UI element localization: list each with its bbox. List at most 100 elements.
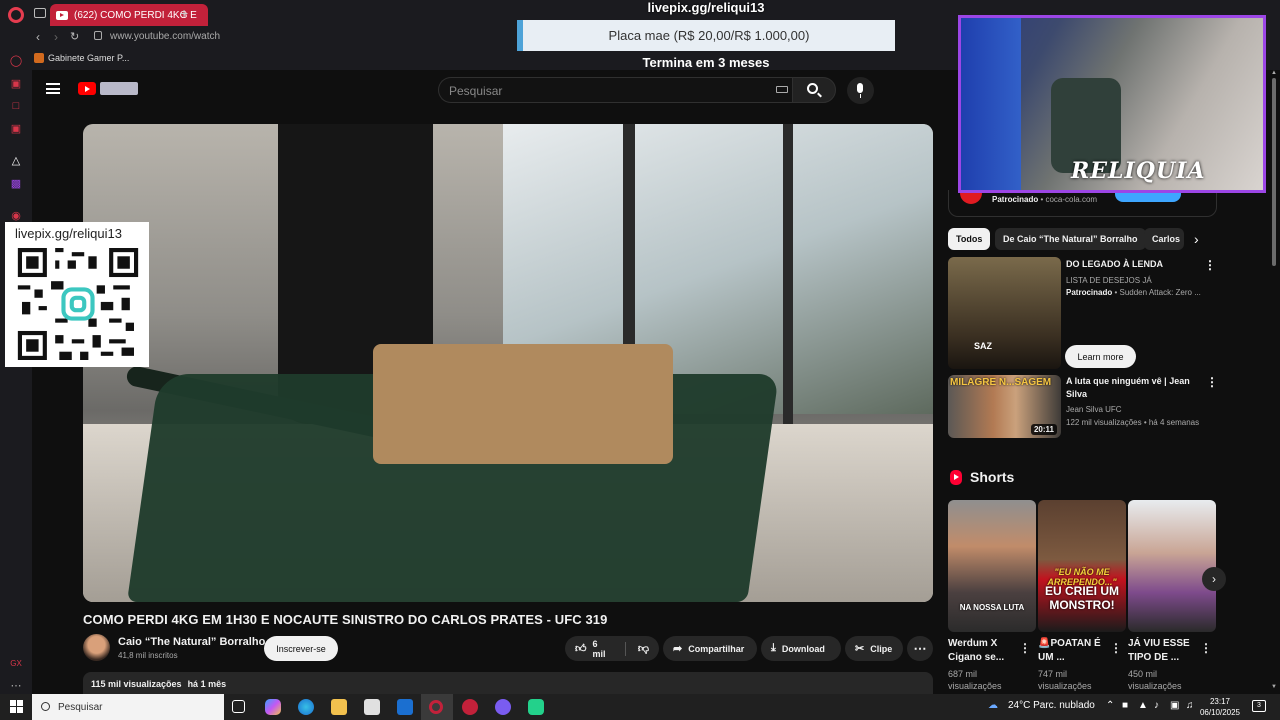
windows-start-icon[interactable] — [10, 700, 23, 713]
opera-gx-icon[interactable] — [429, 700, 443, 714]
copilot-icon[interactable] — [265, 699, 281, 715]
rec-menu-icon[interactable]: ⋮ — [1206, 375, 1218, 389]
short-menu-icon[interactable]: ⋮ — [1110, 641, 1122, 655]
short-thumbnail[interactable] — [1128, 500, 1216, 632]
scroll-up-icon[interactable]: ▲ — [1271, 70, 1277, 76]
tray-overflow-icon[interactable]: ⌃ — [1106, 700, 1114, 711]
channel-name[interactable]: Caio “The Natural” Borralho — [118, 636, 265, 648]
short-title[interactable]: JÁ VIU ESSE TIPO DE ... — [1128, 637, 1190, 665]
rec-thumbnail-ad[interactable]: SAZ — [948, 257, 1061, 369]
tray-speaker-icon[interactable]: ♫ — [1186, 700, 1194, 711]
rec-menu-icon[interactable]: ⋮ — [1204, 258, 1216, 272]
short-title-line: 🚨POATAN É — [1038, 638, 1101, 649]
new-tab-icon[interactable]: + — [180, 5, 188, 21]
rec-title[interactable]: A luta que ninguém vê | Jean Silva — [1066, 375, 1190, 401]
overlay-donation-url: livepix.gg/reliqui13 — [647, 0, 765, 15]
more-icon[interactable]: ⋯ — [8, 677, 24, 693]
bookmark-item[interactable]: Gabinete Gamer P... — [34, 53, 129, 63]
shorts-next-icon[interactable]: › — [1202, 567, 1226, 591]
opera-icon[interactable] — [462, 699, 478, 715]
taskbar-search-input[interactable]: Pesquisar — [32, 694, 224, 720]
short-caption: EU CRIEI UM MONSTRO! — [1044, 584, 1119, 612]
tray-volume-icon[interactable]: ♪ — [1154, 700, 1159, 711]
short-menu-icon[interactable]: ⋮ — [1019, 641, 1031, 655]
scroll-down-icon[interactable]: ▼ — [1271, 684, 1277, 690]
rec-advertiser: Sudden Attack: Zero ... — [1119, 288, 1201, 297]
qr-code-icon — [17, 248, 139, 360]
subscribe-button[interactable]: Inscrever-se — [264, 636, 338, 661]
task-view-icon[interactable] — [232, 700, 245, 713]
short-thumbnail[interactable]: NA NOSSA LUTA — [948, 500, 1036, 632]
short-views-line: 450 mil — [1128, 669, 1158, 679]
bag-icon[interactable]: ▣ — [8, 75, 24, 91]
ai-icon[interactable]: △ — [8, 152, 24, 168]
discord-icon[interactable] — [495, 699, 511, 715]
short-thumbnail[interactable]: "EU NÃO ME ARREPENDO..." EU CRIEI UM MON… — [1038, 500, 1126, 632]
view-count: 115 mil visualizações — [91, 679, 182, 689]
notifications-icon[interactable]: 3 — [1252, 700, 1266, 712]
tray-display-icon[interactable]: ▣ — [1170, 700, 1179, 711]
file-explorer-icon[interactable] — [331, 699, 347, 715]
short-menu-icon[interactable]: ⋮ — [1200, 641, 1212, 655]
keyboard-icon[interactable] — [776, 86, 788, 93]
like-count[interactable]: 6 mil — [593, 639, 613, 659]
video-player[interactable] — [83, 124, 933, 602]
voice-search-button[interactable] — [847, 77, 874, 104]
video-window-frame — [783, 124, 793, 424]
edge-icon[interactable] — [298, 699, 314, 715]
tab-manager-icon[interactable] — [34, 8, 46, 18]
youtube-logo-icon[interactable] — [78, 82, 96, 95]
youtube-wordmark[interactable] — [100, 82, 138, 95]
chips-next-icon[interactable]: › — [1194, 231, 1199, 247]
short-title[interactable]: 🚨POATAN É UM ... — [1038, 637, 1101, 665]
ad-sponsored-label: Patrocinado — [992, 195, 1039, 204]
opera-logo-icon[interactable] — [8, 7, 24, 23]
reload-icon[interactable]: ↻ — [70, 30, 79, 43]
weather-text[interactable]: 24°C Parc. nublado — [1008, 700, 1095, 711]
clip-button[interactable]: ✂ Clipe — [845, 636, 903, 661]
short-title-line: TIPO DE ... — [1128, 652, 1180, 663]
tray-network-icon[interactable]: ▲ — [1138, 700, 1148, 711]
gx-icon[interactable]: GX — [8, 655, 24, 671]
tray-app-icon[interactable]: ■ — [1122, 700, 1128, 711]
more-actions-button[interactable]: ⋯ — [907, 636, 933, 661]
short-title-line: JÁ VIU ESSE — [1128, 638, 1190, 649]
player-icon[interactable]: ◉ — [8, 207, 24, 223]
share-button[interactable]: ➦ Compartilhar — [663, 636, 757, 661]
messenger-icon[interactable]: □ — [8, 98, 24, 114]
twitch-icon[interactable]: ▩ — [8, 175, 24, 191]
clip-label: Clipe — [870, 643, 893, 654]
rec-title-line: Silva — [1066, 389, 1088, 399]
chip-carlos[interactable]: Carlos — [1144, 228, 1184, 250]
instagram-icon[interactable]: ▣ — [8, 120, 24, 136]
download-label: Download — [781, 643, 825, 654]
chat-app-icon[interactable] — [528, 699, 544, 715]
dislike-icon[interactable]: 👎︎ — [638, 642, 649, 655]
weather-icon[interactable]: ☁ — [988, 700, 998, 711]
forward-icon[interactable]: › — [54, 30, 58, 44]
search-button[interactable] — [792, 77, 836, 103]
short-views: 450 mil visualizações — [1128, 668, 1182, 692]
taskbar-clock[interactable]: 23:17 06/10/2025 — [1198, 696, 1242, 718]
scrollbar-thumb[interactable] — [1272, 78, 1276, 266]
rec-channel[interactable]: Jean Silva UFC — [1066, 404, 1122, 415]
like-icon[interactable]: 👍︎ — [575, 642, 587, 655]
learn-more-button[interactable]: Learn more — [1065, 345, 1136, 368]
menu-icon[interactable] — [46, 83, 60, 94]
rec-thumbnail[interactable]: MILAGRE N...SAGEM 20:11 — [948, 375, 1061, 438]
history-icon[interactable]: ◯ — [8, 52, 24, 68]
search-input[interactable]: Pesquisar — [438, 77, 792, 103]
store-icon[interactable] — [364, 699, 380, 715]
chip-from-channel[interactable]: De Caio “The Natural” Borralho — [995, 228, 1146, 250]
video-duration: 20:11 — [1030, 424, 1057, 435]
chip-all[interactable]: Todos — [948, 228, 991, 250]
outlook-icon[interactable] — [397, 699, 413, 715]
lock-icon — [94, 31, 102, 40]
short-title[interactable]: Werdum X Cigano se... — [948, 637, 1004, 665]
back-icon[interactable]: ‹ — [36, 30, 40, 44]
url-field[interactable]: www.youtube.com/watch — [110, 31, 220, 42]
description-box[interactable]: 115 mil visualizações há 1 mês — [83, 672, 933, 694]
channel-avatar[interactable] — [83, 634, 110, 661]
rec-title[interactable]: DO LEGADO À LENDA — [1066, 258, 1163, 271]
download-button[interactable]: ⤓ Download — [761, 636, 841, 661]
